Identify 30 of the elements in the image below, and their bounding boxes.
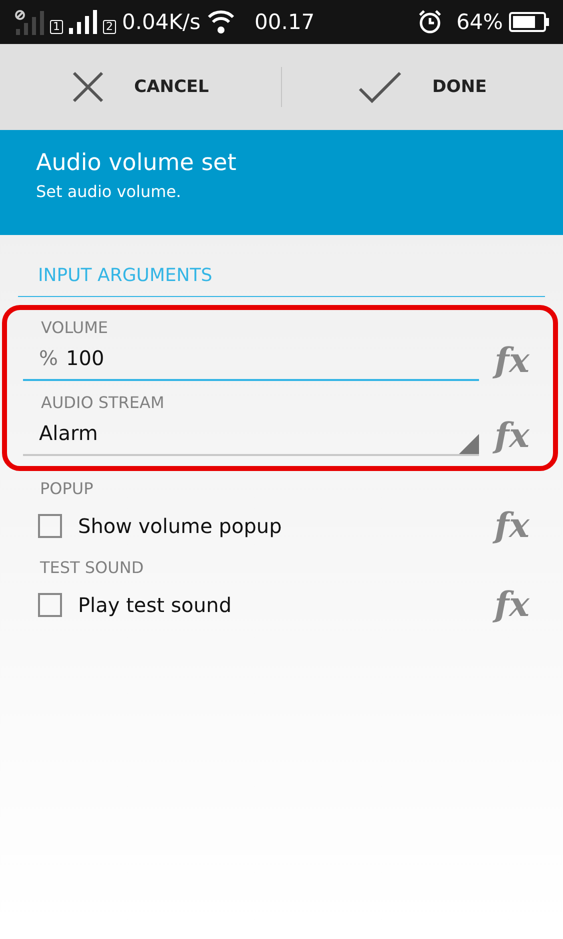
- volume-field[interactable]: % 100: [23, 345, 479, 381]
- battery-icon: [509, 12, 549, 32]
- clock-time: 00.17: [254, 10, 315, 34]
- checkbox-label: Play test sound: [78, 593, 232, 617]
- checkbox[interactable]: [38, 593, 62, 617]
- sim-badge: 2: [103, 20, 116, 34]
- action-subtitle: Set audio volume.: [36, 182, 182, 201]
- signal-off-icon: [14, 9, 44, 35]
- action-title: Audio volume set: [36, 150, 238, 176]
- done-button[interactable]: DONE: [282, 44, 563, 130]
- argument-label: VOLUME: [40, 318, 109, 337]
- checkbox[interactable]: [38, 514, 62, 538]
- section-heading: INPUT ARGUMENTS: [18, 265, 545, 297]
- network-speed: 0.04K/s: [122, 10, 201, 34]
- wifi-icon: [206, 9, 235, 35]
- unit-prefix: %: [39, 346, 58, 370]
- field-value: 100: [66, 346, 104, 370]
- argument-label: AUDIO STREAM: [40, 393, 166, 412]
- argument-label: POPUP: [39, 479, 94, 498]
- alarm-icon: [418, 10, 442, 34]
- signal-icon: [69, 10, 97, 34]
- close-icon: [72, 71, 104, 103]
- dropdown-corner-icon: [459, 434, 479, 454]
- checkbox-label: Show volume popup: [78, 514, 282, 538]
- cancel-button[interactable]: CANCEL: [0, 44, 281, 130]
- checkmark-icon: [358, 71, 402, 103]
- sim-badge: 1: [50, 20, 63, 34]
- argument-label: TEST SOUND: [39, 558, 145, 577]
- battery-percent: 64%: [456, 10, 503, 34]
- stream-dropdown[interactable]: Alarm: [23, 420, 479, 456]
